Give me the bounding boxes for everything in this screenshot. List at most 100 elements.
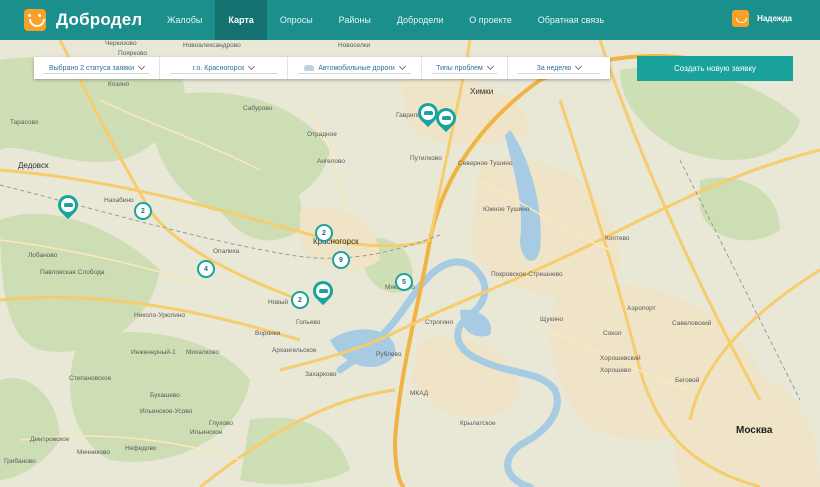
map-label: Ильинское-Усово bbox=[140, 408, 193, 415]
map-label: Поярково bbox=[118, 50, 147, 57]
period-filter-label: За неделю bbox=[536, 64, 572, 72]
map-label: Грибаново bbox=[4, 458, 36, 465]
filter-underline bbox=[518, 73, 600, 74]
district-filter-label: г.о. Красногорск bbox=[192, 64, 245, 72]
status-filter-label: Выбрано 2 статуса заявки bbox=[48, 64, 135, 72]
map-canvas[interactable] bbox=[0, 40, 820, 487]
map-label: Мечниково bbox=[77, 449, 111, 456]
map-label: Сокол bbox=[603, 330, 622, 337]
map-label: Аэропорт bbox=[627, 305, 656, 312]
map-label: Козино bbox=[108, 81, 130, 88]
map-label: Рублево bbox=[376, 351, 402, 358]
nav-about[interactable]: О проекте bbox=[456, 0, 524, 40]
car-icon bbox=[316, 284, 330, 298]
brand[interactable]: Добродел bbox=[24, 5, 142, 35]
brand-name: Добродел bbox=[56, 10, 143, 29]
car-icon bbox=[439, 111, 453, 125]
user-avatar-icon bbox=[732, 10, 750, 27]
main-nav: Жалобы Карта Опросы Районы Добродели О п… bbox=[154, 0, 617, 40]
filter-underline bbox=[432, 73, 497, 74]
map-label: Химки bbox=[470, 87, 494, 96]
chevron-down-icon bbox=[137, 62, 146, 71]
map-label: Ангелово bbox=[317, 158, 346, 165]
map-cluster[interactable]: 2 bbox=[291, 291, 309, 309]
map-label: Новоселки bbox=[338, 42, 371, 49]
road-icon bbox=[304, 65, 315, 71]
chevron-down-icon bbox=[486, 62, 494, 71]
map-label: Гольево bbox=[296, 319, 321, 326]
nav-map[interactable]: Карта bbox=[215, 0, 267, 40]
car-icon bbox=[421, 106, 435, 120]
map-label: Ильинское bbox=[190, 429, 223, 436]
map-label: Хорошево bbox=[600, 367, 631, 374]
map-area[interactable]: Черкизово Поярково Новоалександрово Ново… bbox=[0, 40, 820, 487]
user-menu[interactable]: Надежда bbox=[732, 10, 792, 27]
map-label: Щукино bbox=[540, 316, 564, 323]
status-filter[interactable]: Выбрано 2 статуса заявки bbox=[34, 57, 160, 79]
nav-polls[interactable]: Опросы bbox=[267, 0, 326, 40]
period-filter[interactable]: За неделю bbox=[508, 57, 610, 79]
map-label: Путилково bbox=[410, 155, 442, 162]
map-label: Тарасово bbox=[10, 119, 39, 126]
map-label: Савеловский bbox=[672, 320, 712, 327]
map-label: Дмитровское bbox=[30, 436, 70, 443]
map-label: Северное Тушино bbox=[458, 160, 513, 167]
car-icon bbox=[61, 198, 75, 212]
map-label-moscow: Москва bbox=[736, 425, 773, 436]
map-label: Отрадное bbox=[307, 131, 337, 138]
nav-complaints[interactable]: Жалобы bbox=[154, 0, 215, 40]
map-label: Опалиха bbox=[213, 248, 240, 255]
map-cluster[interactable]: 9 bbox=[332, 251, 350, 269]
map-label: Новый bbox=[268, 299, 289, 306]
map-pin-road-issue[interactable] bbox=[308, 276, 338, 307]
map-label: Коптево bbox=[605, 235, 630, 242]
chevron-down-icon bbox=[575, 62, 583, 71]
map-label: Дедовск bbox=[18, 161, 49, 170]
create-request-button[interactable]: Создать новую заявку bbox=[637, 56, 793, 81]
map-pin-road-issue[interactable] bbox=[53, 190, 83, 221]
map-label: Новоалександрово bbox=[183, 42, 241, 49]
problem-type-filter[interactable]: Типы проблем bbox=[422, 57, 508, 79]
map-pin-road-issue[interactable] bbox=[431, 103, 461, 134]
map-label: Южное Тушино bbox=[483, 206, 530, 213]
filter-underline bbox=[170, 73, 277, 74]
category-filter-label: Автомобильные дороги bbox=[318, 64, 395, 72]
map-label: Инженерный-1 bbox=[131, 349, 176, 356]
nav-volunteers[interactable]: Добродели bbox=[384, 0, 456, 40]
map-label: Воронки bbox=[255, 330, 281, 337]
map-cluster[interactable]: 5 bbox=[395, 273, 413, 291]
user-name: Надежда bbox=[757, 14, 792, 23]
map-label: Глухово bbox=[209, 420, 233, 427]
map-label: Нефедово bbox=[125, 445, 157, 452]
map-cluster[interactable]: 4 bbox=[197, 260, 215, 278]
map-label: Лобаново bbox=[28, 252, 58, 259]
map-cluster[interactable]: 2 bbox=[134, 202, 152, 220]
map-label: Хорошевский bbox=[600, 355, 641, 362]
smile-logo-icon bbox=[24, 9, 46, 31]
district-filter[interactable]: г.о. Красногорск bbox=[160, 57, 288, 79]
map-label: Николо-Урюпино bbox=[134, 312, 186, 319]
problem-type-filter-label: Типы проблем bbox=[436, 64, 483, 72]
top-header: Добродел Жалобы Карта Опросы Районы Добр… bbox=[0, 0, 820, 40]
map-label: Строгино bbox=[425, 319, 454, 326]
map-label: Черкизово bbox=[105, 40, 137, 47]
filter-underline bbox=[44, 73, 149, 74]
nav-feedback[interactable]: Обратная связь bbox=[525, 0, 617, 40]
map-label: Покровское-Стрешнево bbox=[491, 271, 563, 278]
map-label: Архангельское bbox=[272, 347, 317, 354]
category-filter[interactable]: Автомобильные дороги bbox=[288, 57, 422, 79]
map-label: Сабурово bbox=[243, 105, 273, 112]
map-label: МКАД bbox=[410, 390, 429, 397]
nav-districts[interactable]: Районы bbox=[326, 0, 384, 40]
map-cluster[interactable]: 2 bbox=[315, 224, 333, 242]
map-label: Беговой bbox=[675, 377, 700, 384]
map-label: Степановское bbox=[69, 375, 112, 382]
map-label: Павловская Слобода bbox=[40, 269, 105, 276]
filter-underline bbox=[298, 73, 411, 74]
map-label: Нахабино bbox=[104, 197, 134, 204]
map-label: Букашево bbox=[150, 392, 180, 399]
map-label: Крылатское bbox=[460, 420, 496, 427]
chevron-down-icon bbox=[248, 62, 256, 71]
chevron-down-icon bbox=[398, 62, 406, 71]
map-label: Захарково bbox=[305, 371, 337, 378]
